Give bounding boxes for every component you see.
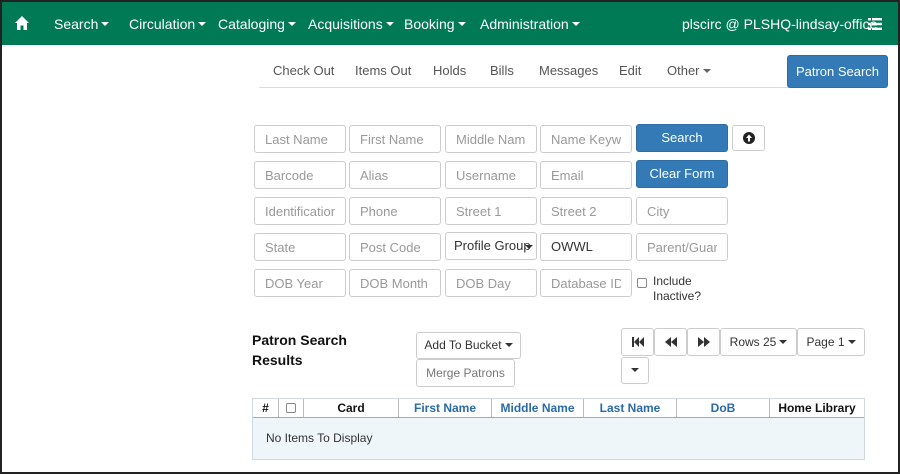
- nav-administration-label: Administration: [480, 16, 569, 32]
- add-to-bucket-button[interactable]: Add To Bucket: [416, 332, 521, 359]
- profile-group-select[interactable]: Profile Group: [445, 232, 537, 260]
- nav-booking-label: Booking: [404, 16, 455, 32]
- include-inactive-label: Include Inactive?: [653, 274, 702, 303]
- caret-down-icon: [198, 22, 207, 27]
- column-header-index: #: [253, 399, 279, 417]
- caret-down-icon: [385, 22, 394, 27]
- home-icon[interactable]: [14, 15, 30, 31]
- empty-grid-message: No Items To Display: [266, 431, 373, 445]
- parent-guardian-field[interactable]: [636, 233, 728, 261]
- name-keywords-field[interactable]: [540, 125, 632, 153]
- first-page-button[interactable]: [621, 328, 654, 356]
- previous-page-button[interactable]: [654, 328, 687, 356]
- logged-in-user[interactable]: plscirc @ PLSHQ-lindsay-office: [682, 2, 877, 45]
- caret-down-icon: [631, 367, 639, 372]
- username-field[interactable]: [445, 161, 537, 189]
- merge-patrons-button[interactable]: Merge Patrons: [416, 359, 515, 387]
- caret-down-icon: [571, 22, 580, 27]
- home-library-selector[interactable]: OWWL: [540, 233, 632, 261]
- next-page-button[interactable]: [687, 328, 720, 356]
- tab-other[interactable]: Other: [667, 52, 711, 88]
- caret-down-icon: [779, 339, 788, 344]
- dob-month-field[interactable]: [349, 269, 441, 297]
- column-header-middle-name[interactable]: Middle Name: [492, 399, 584, 417]
- nav-acquisitions-menu[interactable]: Acquisitions: [308, 2, 394, 45]
- top-navbar: Search Circulation Cataloging Acquisitio…: [2, 2, 898, 45]
- nav-cataloging-menu[interactable]: Cataloging: [218, 2, 296, 45]
- page-label: Page 1: [806, 335, 845, 349]
- profile-group-value: Profile Group: [454, 238, 531, 253]
- expand-toggle-button[interactable]: [732, 125, 765, 151]
- city-field[interactable]: [636, 197, 728, 225]
- nav-circulation-menu[interactable]: Circulation: [129, 2, 207, 45]
- patron-search-button[interactable]: Patron Search: [787, 55, 888, 88]
- column-header-home-library[interactable]: Home Library: [770, 399, 864, 417]
- post-code-field[interactable]: [349, 233, 441, 261]
- clear-form-button[interactable]: Clear Form: [636, 160, 728, 188]
- alias-field[interactable]: [349, 161, 441, 189]
- page-select[interactable]: Page 1: [797, 328, 865, 356]
- phone-field[interactable]: [349, 197, 441, 225]
- caret-down-icon: [847, 339, 856, 344]
- nav-circulation-label: Circulation: [129, 16, 196, 32]
- tab-edit[interactable]: Edit: [619, 52, 641, 88]
- include-inactive-checkbox[interactable]: [637, 278, 647, 288]
- column-header-card[interactable]: Card: [304, 399, 399, 417]
- middle-name-field[interactable]: [445, 125, 537, 153]
- column-header-first-name[interactable]: First Name: [399, 399, 492, 417]
- nav-search-menu[interactable]: Search: [54, 2, 110, 45]
- street2-field[interactable]: [540, 197, 632, 225]
- add-to-bucket-label: Add To Bucket: [424, 338, 502, 352]
- dob-day-field[interactable]: [445, 269, 537, 297]
- circle-arrow-up-icon: [743, 132, 755, 144]
- first-name-field[interactable]: [349, 125, 441, 153]
- tab-holds[interactable]: Holds: [433, 52, 466, 88]
- grid-actions-dropdown[interactable]: [621, 357, 649, 384]
- results-grid: # Card First Name Middle Name Last Name …: [252, 398, 865, 460]
- email-field[interactable]: [540, 161, 632, 189]
- rows-per-page-select[interactable]: Rows 25: [720, 328, 797, 356]
- dob-year-field[interactable]: [254, 269, 346, 297]
- caret-down-icon: [287, 22, 296, 27]
- step-backward-icon: [631, 337, 644, 347]
- nav-cataloging-label: Cataloging: [218, 16, 285, 32]
- barcode-field[interactable]: [254, 161, 346, 189]
- database-id-field[interactable]: [540, 269, 632, 297]
- caret-down-icon: [525, 245, 533, 249]
- identification-field[interactable]: [254, 197, 346, 225]
- search-button[interactable]: Search: [636, 124, 728, 152]
- list-menu-icon[interactable]: [868, 17, 882, 31]
- nav-booking-menu[interactable]: Booking: [404, 2, 466, 45]
- tab-check-out[interactable]: Check Out: [273, 52, 334, 88]
- nav-search-label: Search: [54, 16, 99, 32]
- forward-icon: [697, 337, 710, 347]
- rows-per-page-label: Rows 25: [729, 335, 777, 349]
- app-window: Search Circulation Cataloging Acquisitio…: [0, 0, 900, 474]
- nav-administration-menu[interactable]: Administration: [480, 2, 580, 45]
- select-all-checkbox[interactable]: [286, 403, 296, 413]
- caret-down-icon: [101, 22, 110, 27]
- backward-icon: [664, 337, 677, 347]
- caret-down-icon: [504, 342, 513, 347]
- tab-items-out[interactable]: Items Out: [355, 52, 411, 88]
- nav-acquisitions-label: Acquisitions: [308, 16, 383, 32]
- caret-down-icon: [457, 22, 466, 27]
- results-title: Patron Search Results: [252, 332, 347, 368]
- column-header-last-name[interactable]: Last Name: [584, 399, 677, 417]
- column-header-dob[interactable]: DoB: [677, 399, 770, 417]
- grid-body: No Items To Display: [253, 418, 864, 459]
- caret-down-icon: [702, 68, 711, 73]
- column-header-select-all: [279, 399, 304, 417]
- last-name-field[interactable]: [254, 125, 346, 153]
- tab-bills[interactable]: Bills: [490, 52, 514, 88]
- grid-header: # Card First Name Middle Name Last Name …: [253, 399, 864, 418]
- state-field[interactable]: [254, 233, 346, 261]
- tab-other-label: Other: [667, 63, 700, 78]
- street1-field[interactable]: [445, 197, 537, 225]
- tab-messages[interactable]: Messages: [539, 52, 598, 88]
